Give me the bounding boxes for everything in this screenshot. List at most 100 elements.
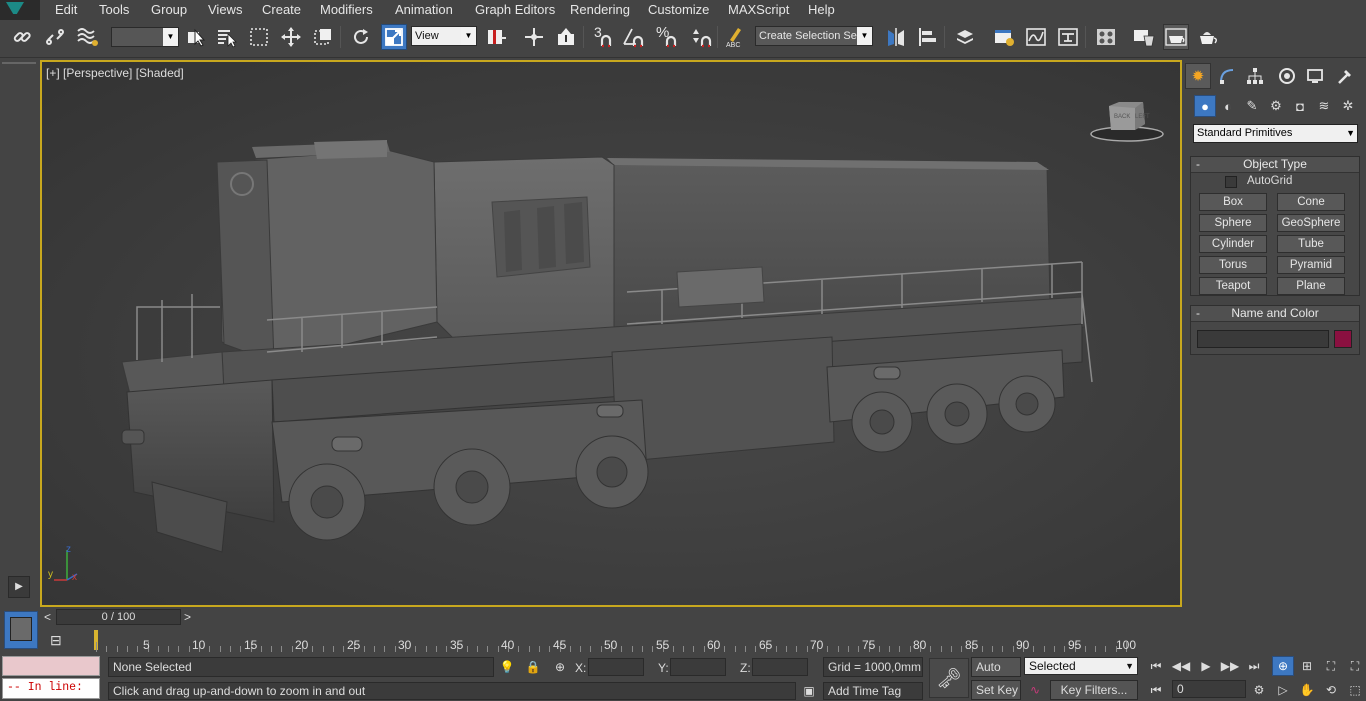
tube-button[interactable]: Tube xyxy=(1277,235,1345,253)
move-icon[interactable] xyxy=(278,24,304,50)
motion-tab-icon[interactable] xyxy=(1274,63,1300,89)
perspective-viewport[interactable]: [+] [Perspective] [Shaded] z y x BACK LE… xyxy=(40,60,1182,607)
sphere-button[interactable]: Sphere xyxy=(1199,214,1267,232)
menu-help[interactable]: Help xyxy=(808,2,835,17)
next-frame-icon[interactable]: ▶▶ xyxy=(1219,656,1241,676)
menu-animation[interactable]: Animation xyxy=(395,2,453,17)
display-tab-icon[interactable] xyxy=(1302,63,1328,89)
menu-create[interactable]: Create xyxy=(262,2,301,17)
time-configuration-icon[interactable]: ⚙ xyxy=(1248,680,1270,700)
select-object-icon[interactable] xyxy=(183,24,209,50)
rect-selection-icon[interactable] xyxy=(246,24,272,50)
mirror-icon[interactable] xyxy=(883,24,909,50)
menu-edit[interactable]: Edit xyxy=(55,2,77,17)
menu-maxscript[interactable]: MAXScript xyxy=(728,2,789,17)
bind-space-warp-icon[interactable] xyxy=(75,24,101,50)
auto-key-button[interactable]: Auto Key xyxy=(971,657,1021,692)
play-icon[interactable]: ▶ xyxy=(1195,656,1217,676)
zoom-all-icon[interactable]: ⊞ xyxy=(1296,656,1318,676)
z-coord-input[interactable] xyxy=(752,658,808,676)
set-key-button[interactable]: Set Key xyxy=(971,680,1021,700)
zoom-extents-icon[interactable]: ⛶ xyxy=(1320,656,1342,676)
teapot-button[interactable]: Teapot xyxy=(1199,277,1267,295)
play-expand-icon[interactable]: ▶ xyxy=(8,576,30,598)
torus-button[interactable]: Torus xyxy=(1199,256,1267,274)
spinner-snap-icon[interactable] xyxy=(688,24,714,50)
key-mode-dropdown[interactable]: Selected ▼ xyxy=(1024,657,1138,675)
selection-lock-icon[interactable]: 🔒 xyxy=(522,657,544,677)
add-time-tag-button[interactable]: Add Time Tag xyxy=(823,682,923,700)
object-color-swatch[interactable] xyxy=(1334,330,1352,348)
modify-tab-icon[interactable] xyxy=(1214,63,1240,89)
layer-manager-icon[interactable] xyxy=(952,24,978,50)
time-next-button[interactable]: > xyxy=(184,610,191,624)
menu-group[interactable]: Group xyxy=(151,2,187,17)
zoom-extents-all-icon[interactable]: ⛶ xyxy=(1344,656,1366,676)
autogrid-checkbox[interactable] xyxy=(1225,176,1237,188)
viewcube[interactable]: BACK LEFT xyxy=(1089,100,1165,144)
time-slider[interactable]: < 0 / 100 > xyxy=(40,608,1182,626)
menu-rendering[interactable]: Rendering xyxy=(570,2,630,17)
angle-snap-icon[interactable] xyxy=(621,24,647,50)
key-mode-toggle-icon[interactable]: ⏮ xyxy=(1145,680,1167,700)
link-icon[interactable] xyxy=(9,24,35,50)
graphite-icon[interactable] xyxy=(991,24,1017,50)
utilities-tab-icon[interactable] xyxy=(1332,63,1358,89)
object-type-header[interactable]: - Object Type xyxy=(1191,157,1359,173)
geometry-subtab-icon[interactable]: ● xyxy=(1194,95,1216,117)
schematic-view-icon[interactable] xyxy=(1055,24,1081,50)
scale-icon[interactable] xyxy=(381,24,407,50)
pyramid-button[interactable]: Pyramid xyxy=(1277,256,1345,274)
material-editor-icon[interactable] xyxy=(1093,24,1119,50)
viewport-tools-icon[interactable]: ▣ xyxy=(798,681,820,701)
goto-end-icon[interactable]: ⏭ xyxy=(1243,656,1265,676)
systems-subtab-icon[interactable]: ✲ xyxy=(1337,95,1359,117)
curve-editor-toggle-icon[interactable]: ⊟ xyxy=(50,632,62,649)
named-selection-dropdown[interactable]: Create Selection Se ▼ xyxy=(755,26,873,46)
key-icon[interactable]: 🗝 xyxy=(929,658,969,698)
menu-tools[interactable]: Tools xyxy=(99,2,129,17)
selection-filter-dropdown[interactable]: ▼ xyxy=(111,27,179,47)
box-button[interactable]: Box xyxy=(1199,193,1267,211)
keyboard-shortcut-icon[interactable] xyxy=(553,24,579,50)
pivot-icon[interactable] xyxy=(483,24,509,50)
field-of-view-icon[interactable]: ▷ xyxy=(1272,680,1294,700)
cone-button[interactable]: Cone xyxy=(1277,193,1345,211)
zoom-icon[interactable]: ⊕ xyxy=(1272,656,1294,676)
hierarchy-tab-icon[interactable] xyxy=(1242,63,1268,89)
time-prev-button[interactable]: < xyxy=(44,610,51,624)
shapes-subtab-icon[interactable]: ◐ xyxy=(1217,95,1239,117)
plane-button[interactable]: Plane xyxy=(1277,277,1345,295)
key-filters-button[interactable]: Key Filters... xyxy=(1050,680,1138,700)
orbit-icon[interactable]: ⟲ xyxy=(1320,680,1342,700)
menu-graph-editors[interactable]: Graph Editors xyxy=(475,2,555,17)
cylinder-button[interactable]: Cylinder xyxy=(1199,235,1267,253)
cameras-subtab-icon[interactable]: ⚙ xyxy=(1265,95,1287,117)
set-key-curve-icon[interactable]: ∿ xyxy=(1024,680,1046,700)
time-slider-thumb[interactable]: 0 / 100 xyxy=(56,609,181,625)
goto-start-icon[interactable]: ⏮ xyxy=(1145,656,1167,676)
helpers-subtab-icon[interactable]: ◘ xyxy=(1289,95,1311,117)
previous-frame-icon[interactable]: ◀◀ xyxy=(1170,656,1192,676)
unlink-icon[interactable] xyxy=(42,24,68,50)
x-coord-input[interactable] xyxy=(588,658,644,676)
render-production-icon[interactable] xyxy=(1196,24,1222,50)
edit-named-selection-icon[interactable]: ABC xyxy=(722,24,748,50)
mini-listener-toggle[interactable] xyxy=(4,611,38,649)
rendered-frame-icon[interactable] xyxy=(1163,24,1189,50)
isolate-selection-icon[interactable]: 💡 xyxy=(496,657,518,677)
window-crossing-icon[interactable] xyxy=(310,24,336,50)
name-and-color-header[interactable]: - Name and Color xyxy=(1191,306,1359,322)
render-setup-icon[interactable] xyxy=(1131,24,1157,50)
select-by-name-icon[interactable] xyxy=(214,24,240,50)
lights-subtab-icon[interactable]: ✎ xyxy=(1241,95,1263,117)
create-tab-icon[interactable]: ✹ xyxy=(1185,63,1211,89)
maxscript-listener-input[interactable] xyxy=(2,656,100,676)
rotate-icon[interactable] xyxy=(348,24,374,50)
spacewarps-subtab-icon[interactable]: ≋ xyxy=(1313,95,1335,117)
menu-modifiers[interactable]: Modifiers xyxy=(320,2,373,17)
pan-view-icon[interactable]: ✋ xyxy=(1296,680,1318,700)
percent-snap-icon[interactable]: % xyxy=(654,24,680,50)
category-dropdown[interactable]: Standard Primitives ▼ xyxy=(1193,124,1358,143)
align-icon[interactable] xyxy=(915,24,941,50)
